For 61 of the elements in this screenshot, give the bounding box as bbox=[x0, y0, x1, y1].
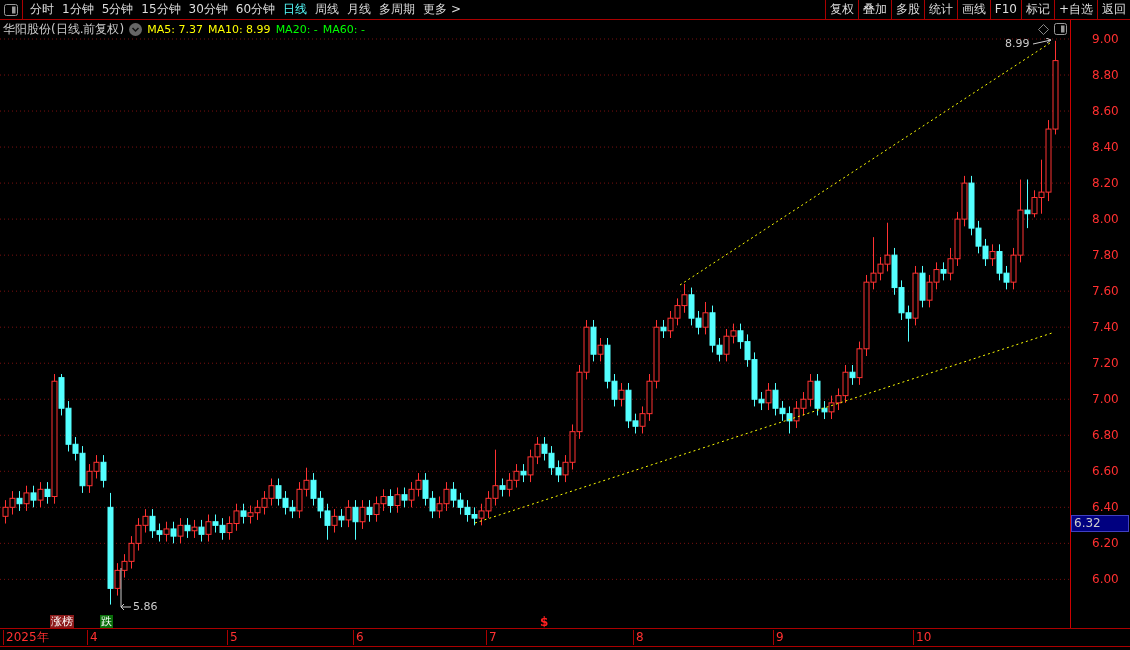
price-tick: 6.00 bbox=[1092, 572, 1119, 587]
arrow-icon bbox=[120, 567, 132, 611]
signal-badge: 涨榜 bbox=[50, 615, 74, 629]
signal-symbol: $ bbox=[540, 615, 549, 629]
indicator-value: MA60: - bbox=[322, 22, 365, 36]
dropdown-icon[interactable] bbox=[129, 22, 143, 36]
period-tab[interactable]: 多周期 bbox=[375, 1, 420, 18]
toolbar-button[interactable]: 画线 bbox=[956, 0, 990, 19]
price-tick: 6.60 bbox=[1092, 464, 1119, 479]
price-tick: 8.40 bbox=[1092, 140, 1119, 155]
date-label: 2025年 bbox=[3, 630, 49, 645]
toolbar-button[interactable]: 复权 bbox=[824, 0, 858, 19]
price-tick: 7.20 bbox=[1092, 356, 1119, 371]
stock-title: 华阳股份(日线.前复权) bbox=[3, 20, 125, 38]
price-tick: 7.80 bbox=[1092, 248, 1119, 263]
price-tick: 8.20 bbox=[1092, 176, 1119, 191]
period-tab[interactable]: 分时 bbox=[26, 1, 58, 18]
price-tick: 7.40 bbox=[1092, 320, 1119, 335]
toolbar-button[interactable]: 统计 bbox=[923, 0, 957, 19]
low-price-label: 5.86 bbox=[133, 600, 158, 613]
diamond-icon[interactable] bbox=[1038, 23, 1049, 35]
date-label: 5 bbox=[227, 630, 238, 645]
indicator-value: MA5: 7.37 bbox=[147, 22, 203, 36]
indicator-value: MA10: 8.99 bbox=[207, 22, 271, 36]
current-price-label: 6.32 bbox=[1071, 514, 1129, 532]
arrow-icon bbox=[1032, 38, 1052, 45]
period-tab[interactable]: 日线 bbox=[279, 1, 312, 18]
period-tab[interactable]: 月线 bbox=[343, 1, 376, 18]
toolbar-button[interactable]: 多股 bbox=[890, 0, 924, 19]
panel-icon[interactable] bbox=[1054, 23, 1067, 35]
signal-badge: 跌 bbox=[100, 615, 113, 629]
price-tick: 7.60 bbox=[1092, 284, 1119, 299]
date-label: 9 bbox=[773, 630, 784, 645]
period-tab[interactable]: 30分钟 bbox=[184, 1, 232, 18]
toolbar-button[interactable]: 返回 bbox=[1097, 0, 1130, 19]
period-tab[interactable]: 周线 bbox=[311, 1, 344, 18]
date-label: 10 bbox=[913, 630, 932, 645]
date-label: 4 bbox=[87, 630, 98, 645]
period-tab[interactable]: 60分钟 bbox=[231, 1, 280, 18]
price-tick: 6.20 bbox=[1092, 536, 1119, 551]
period-tab[interactable]: 更多 > bbox=[419, 1, 465, 18]
high-price-label: 8.99 bbox=[1005, 37, 1030, 50]
toolbar-button[interactable]: 叠加 bbox=[857, 0, 891, 19]
toolbar-button[interactable]: 标记 bbox=[1020, 0, 1054, 19]
date-label: 8 bbox=[633, 630, 644, 645]
toolbar-button[interactable]: +自选 bbox=[1053, 0, 1097, 19]
price-tick: 6.80 bbox=[1092, 428, 1119, 443]
price-tick: 9.00 bbox=[1092, 32, 1119, 46]
date-label: 7 bbox=[486, 630, 497, 645]
price-tick: 8.00 bbox=[1092, 212, 1119, 227]
indicator-value: MA20: - bbox=[275, 22, 318, 36]
period-tab[interactable]: 15分钟 bbox=[137, 1, 185, 18]
price-tick: 6.40 bbox=[1092, 500, 1119, 515]
price-tick: 8.80 bbox=[1092, 68, 1119, 82]
period-tab[interactable]: 1分钟 bbox=[58, 1, 98, 18]
date-label: 6 bbox=[353, 630, 364, 645]
period-tab[interactable]: 5分钟 bbox=[97, 1, 138, 18]
price-tick: 8.60 bbox=[1092, 104, 1119, 119]
toolbar-button[interactable]: F10 bbox=[989, 0, 1021, 19]
panel-icon bbox=[4, 3, 18, 16]
price-tick: 7.00 bbox=[1092, 392, 1119, 407]
